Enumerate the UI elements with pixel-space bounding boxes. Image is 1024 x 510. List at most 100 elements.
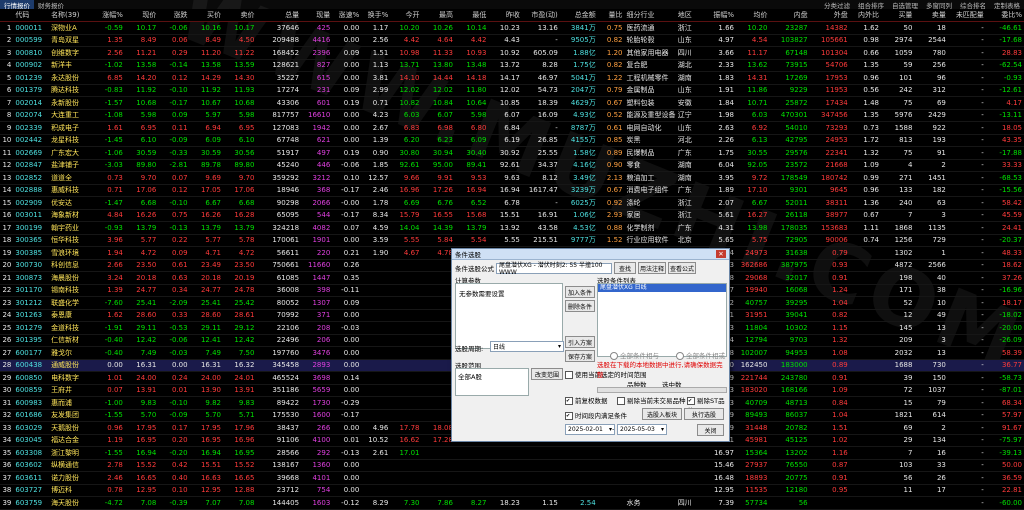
view-formula-button[interactable]: 查看公式: [668, 262, 696, 274]
opt-qfq-checkbox[interactable]: 前复权数据: [565, 395, 608, 405]
column-header[interactable]: 未匹配量: [947, 9, 986, 22]
close-button[interactable]: 关闭: [697, 424, 724, 436]
table-row[interactable]: 39 603759 海天股份 -4.72 7.08 -0.39 7.07 7.08 144405…: [0, 496, 1024, 510]
remove-condition-button[interactable]: 删除条件: [565, 300, 595, 312]
column-header[interactable]: 总量: [256, 9, 302, 22]
add-condition-button[interactable]: 加入条件: [565, 286, 595, 298]
save-scheme-button[interactable]: 保存方案: [565, 350, 595, 362]
table-row[interactable]: 18 300365 恒华科技 3.96 5.77 0.22 5.77 5.78 170061 19…: [0, 234, 1024, 247]
table-row[interactable]: 36 603602 纵横通信 2.78 15.52 0.42 15.51 15.52 13816…: [0, 459, 1024, 472]
column-header[interactable]: 买价: [189, 9, 224, 22]
table-cell-vol: 144405: [256, 496, 302, 510]
period-select[interactable]: 日线 ▾: [490, 341, 564, 352]
column-header[interactable]: 今开: [390, 9, 422, 22]
table-cell-vol: 197760: [256, 346, 302, 360]
column-header[interactable]: 现量: [301, 9, 333, 22]
column-header[interactable]: 换手%: [361, 9, 391, 22]
column-header[interactable]: 振幅%: [704, 9, 736, 22]
table-row[interactable]: 3 000810 创维数字 2.56 11.21 0.29 11.20 11.22 168452…: [0, 46, 1024, 60]
table-cell-ask: 20.19: [223, 271, 257, 285]
column-header[interactable]: 细分行业: [624, 9, 676, 22]
table-row[interactable]: 7 002014 永新股份 -1.57 10.68 -0.17 10.67 10.68 4330…: [0, 96, 1024, 110]
table-row[interactable]: 11 002669 广东宏大 -1.06 30.59 -0.33 30.59 30.56 519…: [0, 146, 1024, 160]
column-header[interactable]: 涨幅%: [91, 9, 125, 22]
table-row[interactable]: 17 300199 翰宇药业 -0.93 13.79 -0.13 13.79 13.79 324…: [0, 221, 1024, 235]
table-cell-inv: 20775: [769, 471, 810, 485]
table-row[interactable]: 10 002442 龙星科技 -1.45 6.10 -0.09 6.09 6.10 67748 6…: [0, 134, 1024, 147]
table-cell-vr: 0.82: [597, 59, 625, 72]
column-header[interactable]: 量比: [597, 9, 625, 22]
table-cell-pct: 2.78: [91, 459, 125, 472]
column-header[interactable]: 现价: [124, 9, 159, 22]
table-row[interactable]: 12 002847 盐津铺子 -3.03 89.80 -2.81 89.78 89.80 452…: [0, 159, 1024, 172]
table-cell-outv: 9645: [809, 184, 850, 197]
table-cell-pe: 34.37: [521, 159, 560, 172]
table-row[interactable]: 16 003011 海象新材 4.84 16.26 0.75 16.26 16.28 65095…: [0, 209, 1024, 222]
column-header[interactable]: 买量: [880, 9, 915, 22]
table-cell-inv: 168166: [769, 384, 810, 397]
column-header[interactable]: 总金额: [559, 9, 598, 22]
column-header[interactable]: 地区: [675, 9, 705, 22]
column-header[interactable]: 内盘: [769, 9, 810, 22]
table-cell-vol: 36008: [256, 284, 302, 297]
column-header[interactable]: 最低: [454, 9, 489, 22]
table-row[interactable]: 6 001379 腾达科技 -0.83 11.92 -0.10 11.92 11.93 1727…: [0, 84, 1024, 97]
column-header[interactable]: 外盘: [809, 9, 850, 22]
find-button[interactable]: 查找: [614, 262, 636, 274]
column-header[interactable]: 代码: [13, 9, 50, 22]
table-cell-bid: 13.58: [189, 59, 224, 72]
table-cell-wb: 22.81: [985, 484, 1024, 497]
table-cell-um: -: [947, 459, 986, 472]
table-row[interactable]: 35 603308 浙江黎明 -1.55 16.94 -0.20 16.94 16.95 285…: [0, 446, 1024, 460]
column-header[interactable]: 涨速%: [332, 9, 362, 22]
execute-button[interactable]: 执行选股: [684, 408, 724, 420]
column-header[interactable]: 最高: [421, 9, 455, 22]
table-row[interactable]: 1 000011 深物业A -0.59 10.17 -0.06 10.16 10.17 3764…: [0, 21, 1024, 35]
formula-select[interactable]: 尾盘潜伏XG - 潜伏时刻2: 55 半撞100 WWW: [496, 262, 612, 276]
load-scheme-button[interactable]: 引入方案: [565, 336, 595, 348]
column-header[interactable]: 均价: [736, 9, 770, 22]
column-header[interactable]: 市盈(动): [521, 9, 560, 22]
column-header[interactable]: 卖价: [223, 9, 257, 22]
close-icon[interactable]: ✕: [716, 250, 726, 258]
table-cell-ask: 5.71: [223, 409, 257, 422]
table-cell-chg: 0.34: [158, 284, 190, 297]
table-row[interactable]: 15 002909 优安达 -1.47 6.68 -0.10 6.67 6.68 90298 20…: [0, 196, 1024, 210]
change-range-button[interactable]: 改变范围: [531, 368, 563, 380]
table-cell-vol: 43306: [256, 96, 302, 110]
table-row[interactable]: 8 002074 大连重工 -1.08 5.98 0.09 5.97 5.98 817757 16…: [0, 109, 1024, 122]
table-row[interactable]: 14 002888 惠威科技 0.71 17.06 0.12 17.05 17.06 18946…: [0, 184, 1024, 197]
table-cell-name: 优安达: [49, 196, 92, 210]
column-header[interactable]: 昨收: [488, 9, 522, 22]
column-header[interactable]: 名称(39): [49, 9, 92, 22]
column-header[interactable]: 委比%: [985, 9, 1024, 22]
usage-button[interactable]: 用法注释: [638, 262, 666, 274]
add-to-block-button[interactable]: 选股入板块: [642, 408, 682, 420]
table-row[interactable]: 37 603611 诺力股份 2.46 16.65 0.40 16.63 16.65 39668…: [0, 471, 1024, 485]
table-row[interactable]: 38 603727 博迈科 0.78 12.95 0.10 12.95 12.88 23712 7…: [0, 484, 1024, 497]
column-header[interactable]: 内外比: [849, 9, 881, 22]
table-cell-pct: -1.02: [91, 59, 125, 72]
formula-label: 条件选股公式: [455, 265, 494, 273]
table-row[interactable]: 2 000599 青岛双星 1.35 8.49 0.06 8.49 4.50 209488 441…: [0, 34, 1024, 47]
date-to-input[interactable]: 2025-05-03 ▾: [617, 424, 667, 435]
table-row[interactable]: 4 000902 新洋丰 -1.02 13.58 -0.14 13.58 13.59 12862…: [0, 59, 1024, 72]
table-cell-um: -: [947, 259, 986, 272]
table-row[interactable]: 5 001239 永达股份 6.85 14.20 0.12 14.29 14.30 35227 6…: [0, 71, 1024, 85]
table-cell-bv: 75: [880, 96, 915, 110]
table-row[interactable]: 9 002339 积成电子 1.61 6.95 0.11 6.94 6.95 127083 194…: [0, 121, 1024, 135]
table-row[interactable]: 13 002852 道道全 0.73 9.70 0.07 9.69 9.70 359292 321…: [0, 171, 1024, 185]
table-cell-open: [390, 359, 422, 372]
condition-list[interactable]: 尾盘潜伏XG 日线: [597, 283, 727, 357]
table-cell-avg: 40757: [736, 296, 770, 310]
opt-time-range-checkbox[interactable]: 时间段内满足条件: [565, 410, 627, 420]
opt-exclude-untraded-checkbox[interactable]: 剔除当前未交易品种: [617, 395, 686, 405]
table-cell-turn: [361, 409, 391, 422]
condition-list-item[interactable]: 尾盘潜伏XG 日线: [598, 284, 726, 292]
column-header[interactable]: 卖量: [914, 9, 948, 22]
date-from-input[interactable]: 2025-02-01 ▾: [565, 424, 615, 435]
range-box[interactable]: 全部A股: [455, 368, 529, 396]
table-cell-turn: 1.78: [361, 196, 391, 210]
column-header[interactable]: [0, 9, 14, 22]
column-header[interactable]: 涨跌: [158, 9, 190, 22]
